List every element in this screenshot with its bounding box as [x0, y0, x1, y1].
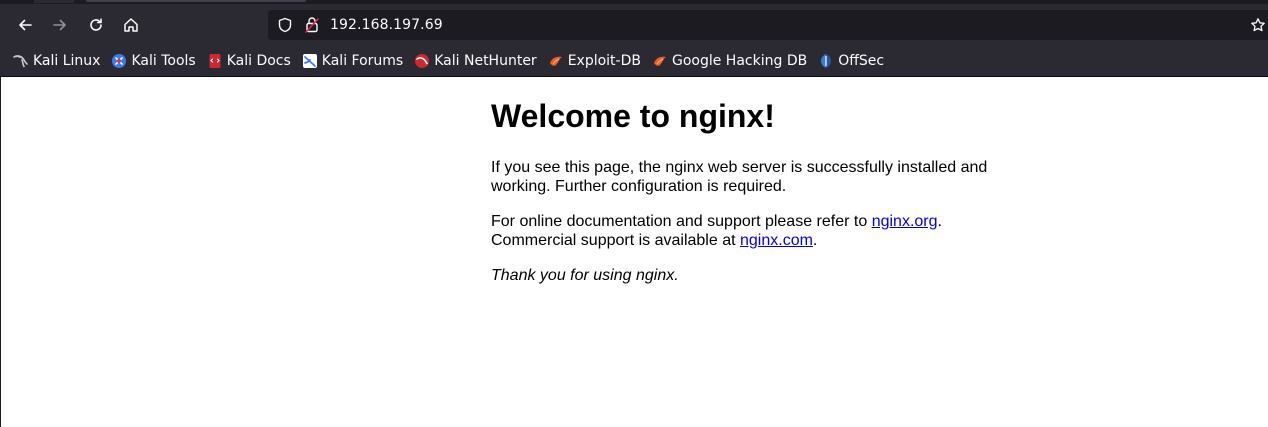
bookmark-label: Google Hacking DB	[671, 53, 808, 69]
thanks-text: Thank you for using nginx.	[491, 267, 679, 284]
home-icon	[124, 18, 138, 32]
page-title: Welcome to nginx!	[491, 98, 775, 134]
kali-docs-icon	[207, 53, 223, 69]
bookmark-kali-tools[interactable]: Kali Tools	[107, 49, 199, 73]
reload-button[interactable]	[80, 9, 112, 41]
home-button[interactable]	[115, 9, 147, 41]
bookmarks-toolbar: Kali Linux Kali Tools Kali Docs Kali For…	[0, 46, 1268, 77]
bookmark-label: Kali Linux	[33, 53, 101, 69]
bookmark-kali-docs[interactable]: Kali Docs	[203, 49, 295, 73]
page-content: Welcome to nginx! If you see this page, …	[491, 77, 1011, 285]
docs-paragraph: For online documentation and support ple…	[491, 212, 1011, 250]
reload-icon	[90, 18, 102, 31]
back-arrow-icon	[19, 19, 32, 31]
bookmark-offsec[interactable]: OffSec	[814, 49, 888, 73]
bookmark-label: Exploit-DB	[567, 53, 641, 69]
insecure-lock-icon[interactable]	[304, 16, 320, 38]
bookmark-label: Kali Forums	[321, 53, 404, 69]
bookmark-kali-forums[interactable]: Kali Forums	[298, 49, 407, 73]
forward-arrow-icon	[53, 19, 66, 31]
bookmark-exploit-db[interactable]: Exploit-DB	[544, 49, 645, 73]
nginx-com-link[interactable]: nginx.com	[740, 232, 813, 249]
ghdb-icon	[652, 53, 668, 69]
bookmark-kali-linux[interactable]: Kali Linux	[9, 49, 104, 73]
bookmark-label: OffSec	[838, 53, 885, 69]
commercial-period: .	[812, 232, 818, 249]
url-bar[interactable]: 192.168.197.69	[268, 10, 1268, 40]
kali-forums-icon	[302, 53, 318, 69]
offsec-icon	[818, 53, 834, 69]
docs-period: .	[937, 213, 942, 230]
back-button[interactable]	[9, 9, 41, 41]
bookmark-label: Kali NetHunter	[434, 53, 537, 69]
tab-left[interactable]	[34, 0, 74, 3]
intro-paragraph: If you see this page, the nginx web serv…	[491, 159, 988, 195]
kali-dragon-icon	[13, 53, 29, 69]
shield-icon[interactable]	[277, 17, 293, 37]
star-icon[interactable]	[1250, 17, 1266, 37]
bookmark-google-hacking-db[interactable]: Google Hacking DB	[648, 49, 811, 73]
nginx-org-link[interactable]: nginx.org	[872, 213, 938, 230]
page-viewport: Welcome to nginx! If you see this page, …	[0, 77, 1268, 427]
docs-text: For online documentation and support ple…	[491, 213, 872, 230]
bookmark-label: Kali Tools	[131, 53, 196, 69]
kali-tools-icon	[111, 53, 127, 69]
commercial-text: Commercial support is available at	[491, 232, 740, 249]
exploit-db-icon	[548, 53, 564, 69]
navigation-toolbar: 192.168.197.69	[0, 4, 1268, 46]
forward-button[interactable]	[44, 9, 76, 41]
url-text[interactable]: 192.168.197.69	[330, 16, 443, 34]
bookmark-kali-nethunter[interactable]: Kali NetHunter	[410, 49, 540, 73]
tab-active[interactable]	[86, 0, 306, 2]
thanks-paragraph: Thank you for using nginx.	[491, 266, 1011, 285]
bookmark-label: Kali Docs	[226, 53, 291, 69]
kali-nethunter-icon	[414, 53, 430, 69]
